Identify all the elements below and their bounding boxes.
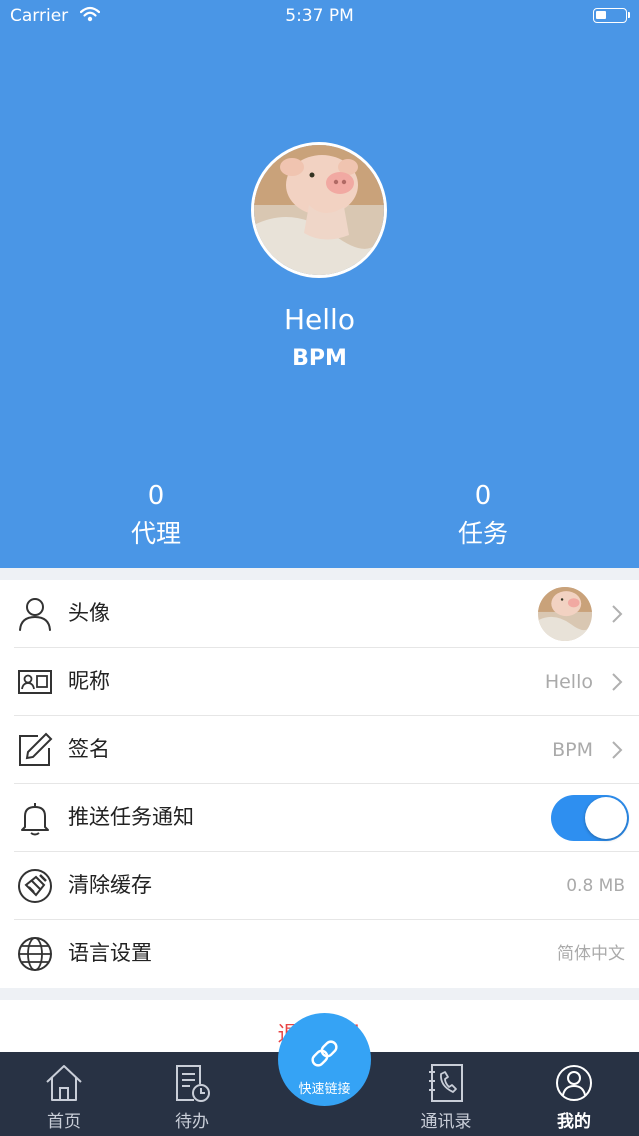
push-row-label: 推送任务通知: [68, 805, 194, 829]
globe-icon: [18, 937, 52, 971]
tab-mine-label: 我的: [557, 1112, 591, 1132]
profile-signature: BPM: [292, 346, 347, 371]
signature-row-label: 签名: [68, 737, 110, 761]
settings-row-cache[interactable]: 清除缓存 0.8 MB: [0, 852, 639, 920]
link-icon: [311, 1040, 338, 1067]
push-toggle[interactable]: [551, 795, 629, 841]
settings-row-signature[interactable]: 签名 BPM: [0, 716, 639, 784]
tab-todo[interactable]: 待办: [137, 1052, 247, 1136]
contacts-book-icon: [429, 1064, 463, 1102]
profile-header: Hello BPM 0 代理 0 任务: [0, 0, 639, 568]
bell-icon: [21, 803, 49, 836]
home-icon: [46, 1065, 82, 1101]
pig-avatar-image: [254, 145, 384, 275]
language-row-label: 语言设置: [68, 941, 152, 965]
tab-contacts-label: 通讯录: [420, 1112, 472, 1132]
settings-row-push: 推送任务通知: [0, 784, 639, 852]
id-card-icon: [18, 670, 52, 694]
settings-list: 头像 昵称 Hello 签名 BPM 推送任务通知 清除缓存 0.8 MB 语言…: [0, 580, 639, 988]
stat-task-label: 任务: [457, 519, 508, 548]
quick-link-label: 快速链接: [298, 1082, 351, 1097]
settings-row-language[interactable]: 语言设置 简体中文: [0, 920, 639, 988]
broom-icon: [18, 869, 52, 903]
settings-row-avatar[interactable]: 头像: [0, 580, 639, 648]
quick-link-button[interactable]: 快速链接: [278, 1013, 371, 1106]
nickname-row-label: 昵称: [68, 669, 110, 693]
pencil-icon: [19, 732, 53, 766]
settings-row-nickname[interactable]: 昵称 Hello: [0, 648, 639, 716]
tab-todo-label: 待办: [175, 1112, 209, 1132]
stat-task-value: 0: [474, 481, 492, 511]
tab-mine[interactable]: 我的: [519, 1052, 629, 1136]
status-bar: Carrier 5:37 PM: [0, 0, 639, 34]
avatar-thumbnail: [538, 587, 592, 641]
profile-nickname: Hello: [284, 303, 355, 336]
clock: 5:37 PM: [285, 6, 354, 26]
nickname-row-value: Hello: [544, 671, 593, 693]
profile-icon: [556, 1065, 592, 1101]
toggle-knob: [585, 797, 627, 839]
stat-agent-value: 0: [147, 481, 165, 511]
chevron-right-icon: [612, 673, 623, 691]
signature-row-value: BPM: [552, 739, 593, 761]
battery-icon: [593, 8, 630, 23]
stat-task[interactable]: 0 任务: [383, 478, 583, 554]
tab-home[interactable]: 首页: [9, 1052, 119, 1136]
profile-avatar[interactable]: [251, 142, 387, 278]
stat-agent[interactable]: 0 代理: [56, 478, 256, 554]
avatar-row-label: 头像: [68, 601, 110, 625]
chevron-right-icon: [612, 741, 623, 759]
stat-agent-label: 代理: [130, 519, 181, 548]
tab-home-label: 首页: [47, 1112, 81, 1132]
language-row-value: 简体中文: [557, 944, 625, 964]
cache-row-value: 0.8 MB: [566, 876, 625, 896]
person-icon: [19, 598, 51, 631]
tab-contacts[interactable]: 通讯录: [391, 1052, 501, 1136]
cache-row-label: 清除缓存: [68, 873, 152, 897]
chevron-right-icon: [612, 605, 623, 623]
todo-icon: [176, 1065, 210, 1102]
